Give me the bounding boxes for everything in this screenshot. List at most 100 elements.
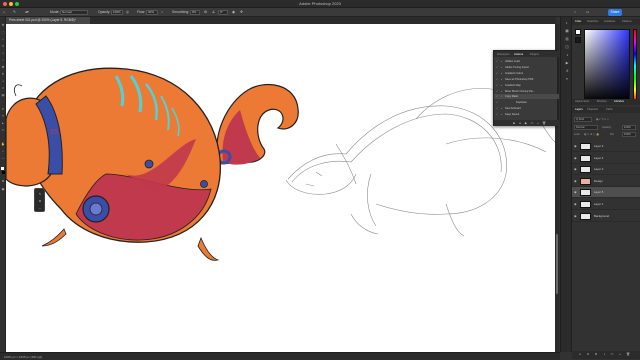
- background-swatch[interactable]: [575, 37, 581, 43]
- symmetry-icon[interactable]: ✣: [240, 10, 243, 14]
- tab-patterns[interactable]: Patterns: [622, 20, 632, 23]
- lasso-tool-icon[interactable]: ∽: [1, 37, 5, 41]
- visibility-eye-icon[interactable]: ◉: [574, 202, 578, 206]
- eyedropper-tool-icon[interactable]: ⁄: [1, 58, 5, 62]
- action-row[interactable]: ✓ ▸ Keep Saved: [494, 112, 559, 117]
- visibility-eye-icon[interactable]: ◉: [574, 167, 578, 171]
- airbrush-icon[interactable]: ⌁: [161, 10, 163, 14]
- action-row[interactable]: ✓ ▸ Gradient Colors: [494, 71, 559, 76]
- delete-action-icon[interactable]: 🗑: [542, 121, 546, 125]
- properties-icon[interactable]: ≡: [564, 77, 570, 82]
- opacity-field[interactable]: 100%: [111, 10, 123, 15]
- document-tab[interactable]: Pres sheet 001.psd @ 200% (Layer 5, RGB/…: [6, 17, 90, 24]
- stop-icon[interactable]: ■: [512, 121, 516, 125]
- tab-gradients[interactable]: Gradients: [604, 20, 615, 23]
- search-icon[interactable]: ⌕: [574, 10, 576, 14]
- move-tool-icon[interactable]: ✥: [1, 23, 5, 27]
- play-icon[interactable]: ▶: [564, 61, 570, 66]
- expand-toggle-icon[interactable]: ▸: [501, 71, 502, 76]
- action-toggle-icon[interactable]: ✓: [496, 112, 499, 117]
- tab-paths[interactable]: Paths: [606, 108, 613, 111]
- layer-row[interactable]: ◉ Layer 2: [572, 164, 640, 176]
- marquee-tool-icon[interactable]: ⬚: [1, 30, 5, 34]
- visibility-eye-icon[interactable]: ◉: [574, 144, 578, 148]
- expand-toggle-icon[interactable]: ▸: [501, 77, 502, 82]
- angle-field[interactable]: 0°: [218, 10, 228, 15]
- visibility-eye-icon[interactable]: ◉: [574, 179, 578, 183]
- action-row[interactable]: ✓ ▸ Mixer Brush Cloning Pai...: [494, 89, 559, 94]
- layer-row[interactable]: ◉ Layer 4: [572, 153, 640, 164]
- brush-tool-icon[interactable]: ✎: [13, 10, 16, 14]
- record-icon[interactable]: ●: [518, 121, 522, 125]
- lock-icons[interactable]: ▦ ✎ ✥ ▢ 🔒: [584, 133, 599, 136]
- layer-row[interactable]: ◉ Layer 1: [572, 199, 640, 210]
- mode-select[interactable]: Normal: [60, 10, 88, 15]
- new-layer-icon[interactable]: +: [618, 352, 622, 356]
- gradient-tool-icon[interactable]: ▤: [1, 93, 5, 97]
- scrollbar-thumb[interactable]: [556, 234, 558, 294]
- tab-brushes[interactable]: Brushes: [597, 100, 607, 103]
- action-row[interactable]: ✓ ▸ Gradient Map: [494, 83, 559, 88]
- smoothing-settings-icon[interactable]: ⚙: [204, 10, 207, 14]
- expand-toggle-icon[interactable]: ▸: [501, 112, 502, 117]
- action-toggle-icon[interactable]: ✓: [496, 94, 499, 99]
- tab-libraries[interactable]: Libraries: [614, 100, 624, 103]
- healing-tool-icon[interactable]: ✚: [1, 65, 5, 69]
- tab-adjustments[interactable]: Adjustments: [575, 100, 589, 103]
- blend-mode-select[interactable]: Normal: [574, 125, 598, 130]
- action-row[interactable]: ✓ ▾ Copy Mask: [494, 94, 559, 100]
- tab-histogram[interactable]: Histogram: [497, 52, 510, 56]
- expand-toggle-icon[interactable]: ▸: [501, 59, 502, 64]
- more-options-icon[interactable]: ⋯: [38, 206, 42, 210]
- expand-toggle-icon[interactable]: ▸: [501, 83, 502, 88]
- type-tool-icon[interactable]: T: [1, 114, 5, 118]
- layer-kind-filter[interactable]: Q Kind: [574, 117, 592, 122]
- tab-channels[interactable]: Channels: [587, 108, 598, 111]
- clone-stamp-tool-icon[interactable]: ⊥: [1, 79, 5, 83]
- new-action-icon[interactable]: +: [536, 121, 540, 125]
- tab-layers[interactable]: Layers: [575, 108, 583, 111]
- rectangle-tool-icon[interactable]: ▭: [1, 128, 5, 132]
- home-icon[interactable]: ⌂: [3, 10, 5, 14]
- layer-row[interactable]: ◉ Layer 3: [572, 141, 640, 152]
- expand-toggle-icon[interactable]: ▾: [501, 94, 502, 99]
- tab-actions[interactable]: Actions: [514, 52, 523, 56]
- expand-toggle-icon[interactable]: ▸: [501, 65, 502, 70]
- adjustment-layer-icon[interactable]: ◑: [602, 352, 606, 356]
- add-mask-icon[interactable]: ◘: [594, 352, 598, 356]
- link-layers-icon[interactable]: ∞: [578, 352, 582, 356]
- tab-color[interactable]: Color: [575, 20, 581, 23]
- foreground-color-swatch[interactable]: [1, 167, 4, 170]
- action-toggle-icon[interactable]: ✓: [496, 83, 499, 88]
- layer-row[interactable]: ◉ Background: [572, 211, 640, 222]
- hand-tool-icon[interactable]: ✋: [1, 142, 5, 146]
- flow-field[interactable]: 30%: [146, 10, 158, 15]
- layer-fill-field[interactable]: 100%: [622, 132, 636, 137]
- action-row[interactable]: ✓ ▸ Adobe Tuning Import: [494, 65, 559, 70]
- pressure-size-icon[interactable]: ◉: [232, 10, 235, 14]
- smoothing-field[interactable]: 0%: [190, 10, 200, 15]
- action-toggle-icon[interactable]: ✓: [496, 106, 499, 111]
- history-icon[interactable]: ↺: [564, 69, 570, 74]
- new-group-icon[interactable]: ▭: [610, 352, 614, 356]
- gradient-icon[interactable]: ▥: [564, 37, 570, 42]
- action-toggle-icon[interactable]: ✓: [496, 89, 499, 94]
- action-row[interactable]: ✓ ▸ Hidden Load: [494, 59, 559, 64]
- foreground-swatch[interactable]: [575, 29, 581, 35]
- brush-tool-icon[interactable]: ✎: [1, 72, 5, 76]
- layer-style-icon[interactable]: fx: [586, 352, 590, 356]
- pen-tool-icon[interactable]: ✒: [1, 107, 5, 111]
- action-row[interactable]: ✓ Duplicate: [494, 100, 559, 105]
- zoom-tool-icon[interactable]: ⌕: [1, 149, 5, 153]
- layer-opacity-field[interactable]: 100%: [622, 125, 636, 130]
- palette-icon[interactable]: ◐: [564, 21, 570, 26]
- color-picker-field[interactable]: [584, 29, 630, 103]
- delete-layer-icon[interactable]: 🗑: [626, 352, 630, 356]
- visibility-eye-icon[interactable]: ◉: [574, 214, 578, 218]
- share-button[interactable]: Share: [608, 9, 622, 16]
- tab-plugins[interactable]: Plugins: [530, 52, 539, 56]
- play-icon[interactable]: ▶: [524, 121, 528, 125]
- action-toggle-icon[interactable]: ✓: [496, 77, 499, 82]
- quick-mask-icon[interactable]: ◘: [1, 179, 5, 183]
- brush-size-picker[interactable]: ●▾: [25, 10, 29, 14]
